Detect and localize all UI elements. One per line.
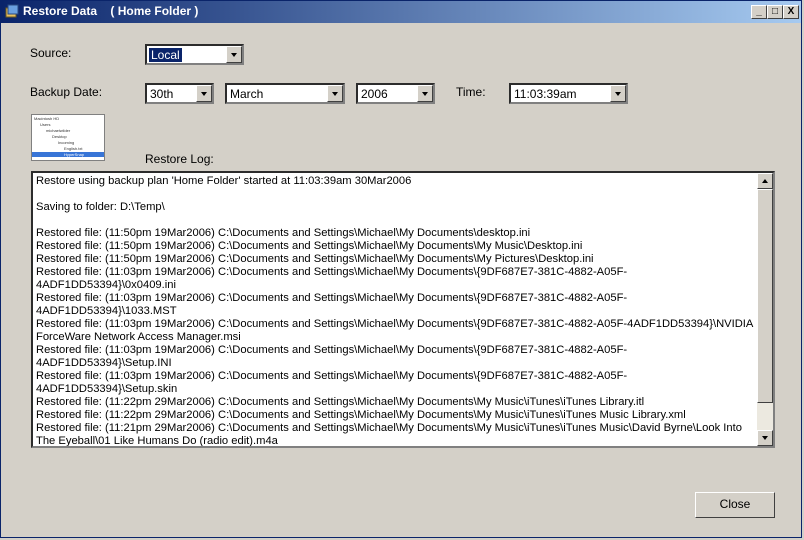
month-dropdown[interactable]: March: [225, 83, 345, 104]
time-dropdown[interactable]: 11:03:39am: [509, 83, 628, 104]
close-button[interactable]: Close: [695, 492, 775, 518]
log-line: Restored file: (11:03pm 19Mar2006) C:\Do…: [36, 292, 628, 317]
log-line: Restored file: (11:22pm 29Mar2006) C:\Do…: [36, 409, 686, 421]
thumb-row: Incoming: [58, 140, 75, 145]
log-line: Restored file: (11:03pm 19Mar2006) C:\Do…: [36, 266, 628, 291]
vertical-scrollbar[interactable]: [757, 173, 773, 446]
log-line: Restore using backup plan 'Home Folder' …: [36, 175, 412, 187]
chevron-down-icon[interactable]: [196, 85, 212, 102]
log-line: Restored file: (11:50pm 19Mar2006) C:\Do…: [36, 227, 531, 239]
scroll-down-arrow-icon[interactable]: [757, 430, 773, 446]
time-value: 11:03:39am: [514, 87, 577, 101]
restore-log-textarea[interactable]: Restore using backup plan 'Home Folder' …: [31, 171, 775, 448]
source-label: Source:: [30, 46, 72, 60]
log-line: Restored file: (11:03pm 19Mar2006) C:\Do…: [36, 344, 628, 369]
close-window-button[interactable]: X: [783, 5, 799, 19]
chevron-down-icon[interactable]: [610, 85, 626, 102]
thumb-row: Desktop: [52, 134, 67, 139]
chevron-down-icon[interactable]: [327, 85, 343, 102]
source-value: Local: [148, 47, 183, 63]
log-line: Saving to folder: D:\Temp\: [36, 201, 165, 213]
day-dropdown[interactable]: 30th: [145, 83, 214, 104]
chevron-down-icon[interactable]: [226, 46, 242, 63]
scroll-up-arrow-icon[interactable]: [757, 173, 773, 189]
restore-log-label: Restore Log:: [145, 152, 214, 166]
app-icon: [5, 4, 19, 18]
window-title: Restore Data ( Home Folder ): [23, 4, 199, 18]
log-line: Restored file: (11:03pm 19Mar2006) C:\Do…: [36, 370, 628, 395]
thumb-row: Macintosh HD: [34, 116, 60, 121]
month-value: March: [230, 87, 264, 101]
thumb-row: English.txt: [64, 146, 83, 151]
log-line: Restored file: (11:50pm 19Mar2006) C:\Do…: [36, 253, 594, 265]
year-dropdown[interactable]: 2006: [356, 83, 435, 104]
log-line: Restored file: (11:50pm 19Mar2006) C:\Do…: [36, 240, 583, 252]
maximize-button[interactable]: □: [767, 5, 783, 19]
minimize-button[interactable]: _: [751, 5, 767, 19]
day-value: 30th: [150, 87, 174, 101]
backup-date-label: Backup Date:: [30, 85, 103, 99]
scrollbar-thumb[interactable]: [757, 189, 773, 403]
log-line: Restored file: (11:03pm 19Mar2006) C:\Do…: [36, 318, 756, 343]
thumb-row: Users: [40, 122, 51, 127]
folder-tree-thumbnail[interactable]: Macintosh HD Users michaelwilder Desktop…: [31, 114, 105, 161]
restore-data-window: Restore Data ( Home Folder ) _ □ X Sourc…: [0, 0, 802, 538]
chevron-down-icon[interactable]: [417, 85, 433, 102]
restore-log-content: Restore using backup plan 'Home Folder' …: [36, 175, 758, 447]
time-label: Time:: [456, 85, 486, 99]
log-line: Restored file: (11:21pm 29Mar2006) C:\Do…: [36, 422, 745, 447]
year-value: 2006: [361, 87, 388, 101]
log-line: Restored file: (11:22pm 29Mar2006) C:\Do…: [36, 396, 645, 408]
title-bar[interactable]: Restore Data ( Home Folder ) _ □ X: [1, 1, 801, 23]
source-dropdown[interactable]: Local: [145, 44, 244, 65]
thumb-row: michaelwilder: [46, 128, 71, 133]
thumb-row-selected: HyperSnap: [32, 152, 104, 157]
